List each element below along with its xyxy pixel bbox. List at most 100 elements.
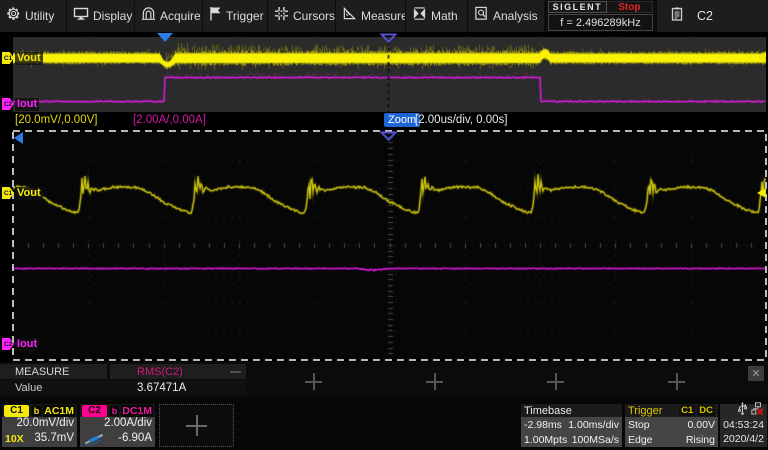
menu-acquire[interactable]: Acquire (135, 0, 203, 32)
oscilloscope-screen: Utility Display Acquire Trigger Cursors … (0, 0, 768, 450)
trigger-level: 0.00V (688, 419, 715, 431)
menu-measure[interactable]: Measure (336, 0, 406, 32)
add-measurement-button[interactable] (668, 373, 685, 390)
trigger-offscreen-left-marker (14, 132, 23, 144)
c1-scale: 20.0mV/div (16, 417, 74, 429)
overview-waveform-plot[interactable] (13, 37, 766, 112)
menu-analysis-label: Analysis (493, 9, 540, 23)
trigger-type: Edge (628, 434, 653, 446)
zoom-c2-tag[interactable]: C2 Iout (2, 338, 39, 350)
c2-scale: 2.00A/div (104, 417, 152, 429)
timebase-delay: -2.98ms (524, 419, 562, 431)
menu-utility-label: Utility (25, 9, 56, 23)
frequency-counter-box: f = 2.496289kHz (548, 14, 653, 31)
c1-trace-label: Vout (15, 52, 43, 65)
c2-offset: -6.90A (118, 432, 152, 444)
channel2-box[interactable]: C2 b DC1M 2.00A/div -6.90A (80, 404, 155, 447)
menu-display-label: Display (93, 9, 134, 23)
trigger-position-marker[interactable] (157, 33, 173, 42)
c1-trace-label: Vout (15, 187, 43, 200)
display-icon (73, 6, 89, 26)
analysis-icon (474, 6, 489, 26)
math-icon (412, 6, 427, 26)
c1-channel-marker: C1 (2, 187, 14, 199)
overview-c1-tag[interactable]: C1 Vout (2, 52, 43, 64)
clock-date: 2020/4/2 (720, 432, 767, 446)
add-measurement-button[interactable] (426, 373, 443, 390)
zoom-position-marker[interactable] (380, 33, 397, 43)
c2-bandwidth-flag: b (110, 406, 120, 416)
c1-coupling: AC1M (43, 405, 75, 417)
measure-icon (342, 6, 357, 26)
c2-descriptor[interactable]: [2.00A/,0.00A] (133, 114, 206, 126)
overview-c2-tag[interactable]: C2 Iout (2, 98, 39, 110)
menu-math[interactable]: Math (406, 0, 468, 32)
timebase-samplerate: 100MSa/s (572, 434, 619, 446)
trigger-source: C1 (679, 405, 695, 416)
clock-time: 04:53:24 (720, 418, 767, 432)
gear-icon (6, 6, 21, 26)
zoom-window: C1 Vout C2 Iout (0, 130, 768, 361)
measure-item-cell[interactable]: RMS(C2) — (110, 364, 246, 379)
menu-trigger-label: Trigger (226, 9, 266, 23)
measure-value-label: Value (0, 382, 107, 394)
c1-descriptor[interactable]: [20.0mV/,0.00V] (15, 114, 97, 126)
siglent-logo: SIGLENT (553, 2, 603, 12)
zoom-c1-tag[interactable]: C1 Vout (2, 187, 43, 199)
add-measurement-button[interactable] (547, 373, 564, 390)
zoom-trigger-time-marker[interactable] (380, 131, 397, 141)
c1-channel-marker: C1 (2, 52, 14, 64)
remove-measurement-button[interactable]: — (230, 366, 246, 378)
menu-trigger[interactable]: Trigger (203, 0, 268, 32)
zoom-timebase-descriptor[interactable]: [2.00us/div, 0.00s] (415, 114, 507, 126)
frequency-counter: f = 2.496289kHz (560, 17, 640, 29)
current-probe-icon (83, 432, 107, 450)
menu-right: C2 (657, 0, 768, 32)
menu-measure-label: Measure (361, 9, 406, 23)
c2-trace-label: Iout (15, 98, 39, 111)
timebase-title: Timebase (524, 405, 572, 417)
channel1-box[interactable]: C1 b AC1M 20.0mV/div 10X 35.7mV (2, 404, 77, 447)
c2-channel-marker: C2 (2, 338, 14, 350)
bottom-status-bar: C1 b AC1M 20.0mV/div 10X 35.7mV C2 b DC1… (0, 398, 768, 450)
menu-acquire-label: Acquire (160, 9, 203, 23)
menu-cursors-label: Cursors (293, 9, 336, 23)
acquisition-status: Stop (618, 2, 640, 13)
add-channel-slot[interactable] (159, 404, 234, 447)
measure-title: MEASURE (0, 366, 69, 378)
trigger-box[interactable]: Trigger C1 DC Stop 0.00V Edge Rising (625, 404, 718, 447)
acquire-icon (141, 6, 156, 26)
menu-display[interactable]: Display (67, 0, 135, 32)
add-measurement-button[interactable] (305, 373, 322, 390)
menu-cursors[interactable]: Cursors (268, 0, 336, 32)
trigger-slope: Rising (686, 434, 715, 446)
overview-window: C1 Vout C2 Iout (0, 37, 768, 112)
c1-bandwidth-flag: b (32, 406, 42, 416)
menu-analysis[interactable]: Analysis (468, 0, 545, 32)
trigger-flag-icon (209, 6, 222, 26)
overview-trigger-level-marker[interactable] (757, 52, 766, 62)
c2-coupling: DC1M (121, 405, 153, 417)
timebase-scale: 1.00ms/div (568, 419, 619, 431)
acquisition-status-box[interactable]: Stop (607, 1, 653, 13)
menu-math-label: Math (431, 9, 460, 23)
c2-channel-marker: C2 (2, 98, 14, 110)
zoom-trigger-level-marker[interactable] (757, 188, 766, 198)
brand-block: SIGLENT Stop f = 2.496289kHz (545, 0, 657, 32)
measure-value-row: Value 3.67471A (0, 380, 246, 395)
timebase-box[interactable]: Timebase -2.98ms 1.00ms/div 1.00Mpts 100… (521, 404, 622, 447)
clipboard-icon[interactable] (671, 7, 683, 26)
descriptor-strip: [20.0mV/,0.00V] [2.00A/,0.00A] Zoom [2.0… (0, 112, 768, 130)
c1-probe-attenuation: 10X (5, 433, 24, 445)
c2-badge: C2 (82, 405, 107, 417)
menu-utility[interactable]: Utility (0, 0, 67, 32)
clock-box: 04:53:24 2020/4/2 (720, 404, 767, 447)
menu-bar: Utility Display Acquire Trigger Cursors … (0, 0, 768, 32)
active-channel-indicator[interactable]: C2 (697, 9, 713, 23)
timebase-memory: 1.00Mpts (524, 434, 567, 446)
cursors-icon (274, 6, 289, 26)
c1-badge: C1 (4, 405, 29, 417)
close-measure-panel-button[interactable]: ✕ (748, 366, 764, 381)
trigger-coupling: DC (697, 405, 715, 416)
measure-item-label: RMS(C2) (110, 366, 183, 378)
